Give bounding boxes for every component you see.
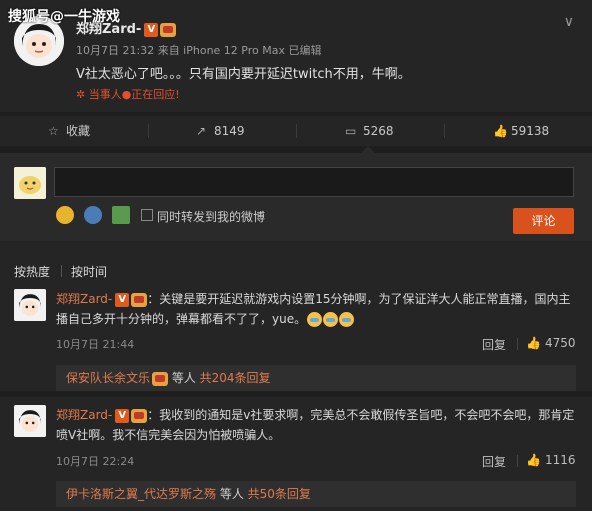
thumbs-up-icon: 👍: [526, 336, 541, 350]
vip-crown-icon: [131, 408, 148, 423]
panel-caret: [361, 146, 375, 153]
sub-reply-mid: 等人: [168, 371, 200, 385]
repost-count: 8149: [214, 124, 245, 138]
submit-comment-button[interactable]: 评论: [513, 208, 574, 234]
sub-reply-count[interactable]: 共50条回复: [248, 487, 311, 501]
reply-button[interactable]: 回复: [482, 336, 506, 353]
comment-like-count: 4750: [544, 336, 576, 350]
reply-button[interactable]: 回复: [482, 453, 506, 470]
image-icon[interactable]: [112, 206, 130, 224]
sub-replies-link[interactable]: 保安队长余文乐 等人 共204条回复: [56, 365, 576, 391]
divider: [517, 338, 518, 350]
vip-crown-icon: [131, 292, 148, 307]
comment-text: 郑翔Zard- V ：我收到的通知是v社要求啊，完美总不会敢假传圣旨吧，不会吧不会吧…: [56, 405, 576, 445]
comment-like-button[interactable]: 👍 4750: [526, 336, 576, 350]
colon: ：: [147, 408, 160, 422]
comment-item: 郑翔Zard- V ：关键是要开延迟就游戏内设置15分钟啊，为了保证洋大人能正常直播…: [0, 281, 592, 391]
sub-reply-mid: 等人: [216, 487, 248, 501]
vip-crown-icon: [160, 22, 177, 37]
verified-badge-icon: V: [144, 22, 159, 37]
post-meta: 10月7日 21:32 来自 iPhone 12 Pro Max 已编辑: [76, 44, 322, 57]
sub-reply-count[interactable]: 共204条回复: [200, 371, 271, 385]
sub-replies-link[interactable]: 伊卡洛斯之翼_代达罗斯之殇 等人 共50条回复: [56, 481, 576, 507]
sub-reply-author[interactable]: 保安队长余文乐: [66, 371, 150, 385]
divider: [444, 124, 445, 138]
like-button[interactable]: 👍 59138: [493, 116, 549, 146]
crying-emoji-icon: [307, 312, 323, 327]
divider: [61, 265, 62, 277]
repost-icon: ↗: [196, 124, 207, 138]
comment-count: 5268: [363, 124, 394, 138]
commenter-avatar[interactable]: [14, 405, 46, 437]
comment-item: 郑翔Zard- V ：我收到的通知是v社要求啊，完美总不会敢假传圣旨吧，不会吧不会吧…: [0, 397, 592, 511]
divider: [148, 124, 149, 138]
chevron-down-icon[interactable]: ∨: [564, 14, 574, 30]
repost-checkbox[interactable]: [141, 209, 153, 221]
verified-badge-icon: V: [115, 408, 130, 423]
favorite-label: 收藏: [66, 124, 91, 138]
thumbs-up-icon: 👍: [526, 453, 541, 467]
sub-reply-author[interactable]: 伊卡洛斯之翼_代达罗斯之殇: [66, 487, 216, 501]
comment-like-button[interactable]: 👍 1116: [526, 453, 576, 467]
thumbs-up-icon: 👍: [493, 124, 508, 138]
favorite-button[interactable]: ☆ 收藏: [48, 116, 90, 146]
comment-button[interactable]: ▭ 5268: [345, 116, 394, 146]
live-status[interactable]: ✲ 当事人●正在回应!: [76, 86, 180, 102]
sort-by-time-tab[interactable]: 按时间: [71, 263, 107, 280]
post-body: V社太恶心了吧。。。只有国内要开延迟twitch不用，牛啊。: [76, 67, 411, 82]
comment-text: 郑翔Zard- V ：关键是要开延迟就游戏内设置15分钟啊，为了保证洋大人能正常直播…: [56, 289, 576, 329]
commenter-name[interactable]: 郑翔Zard-: [56, 408, 112, 422]
divider: [296, 124, 297, 138]
my-avatar: [14, 167, 46, 199]
crying-emoji-icon: [323, 312, 339, 327]
star-icon: ☆: [48, 124, 59, 138]
vip-crown-icon: [152, 371, 169, 386]
comment-time: 10月7日 21:44: [56, 338, 135, 351]
emoji-icon[interactable]: [56, 206, 74, 224]
comment-sort-bar: 按热度 按时间: [0, 241, 592, 281]
comment-input[interactable]: [54, 167, 574, 197]
colon: ：: [147, 292, 160, 306]
crying-emoji-icon: [339, 312, 355, 327]
repost-checkbox-label[interactable]: 同时转发到我的微博: [157, 208, 265, 225]
watermark: 搜狐号@一牛游戏: [8, 9, 120, 25]
comment-time: 10月7日 22:24: [56, 455, 135, 468]
repost-button[interactable]: ↗ 8149: [196, 116, 245, 146]
like-count: 59138: [511, 124, 550, 138]
commenter-avatar[interactable]: [14, 289, 46, 321]
sort-by-hot-tab[interactable]: 按热度: [14, 263, 50, 280]
comment-like-count: 1116: [544, 453, 576, 467]
comment-composer: 同时转发到我的微博 评论: [0, 153, 592, 241]
gif-icon[interactable]: [84, 206, 102, 224]
verified-badge-icon: V: [115, 292, 130, 307]
divider: [517, 455, 518, 467]
commenter-name[interactable]: 郑翔Zard-: [56, 292, 112, 306]
comment-icon: ▭: [345, 124, 357, 138]
post-action-bar: ☆ 收藏 ↗ 8149 ▭ 5268 👍 59138: [0, 116, 592, 146]
